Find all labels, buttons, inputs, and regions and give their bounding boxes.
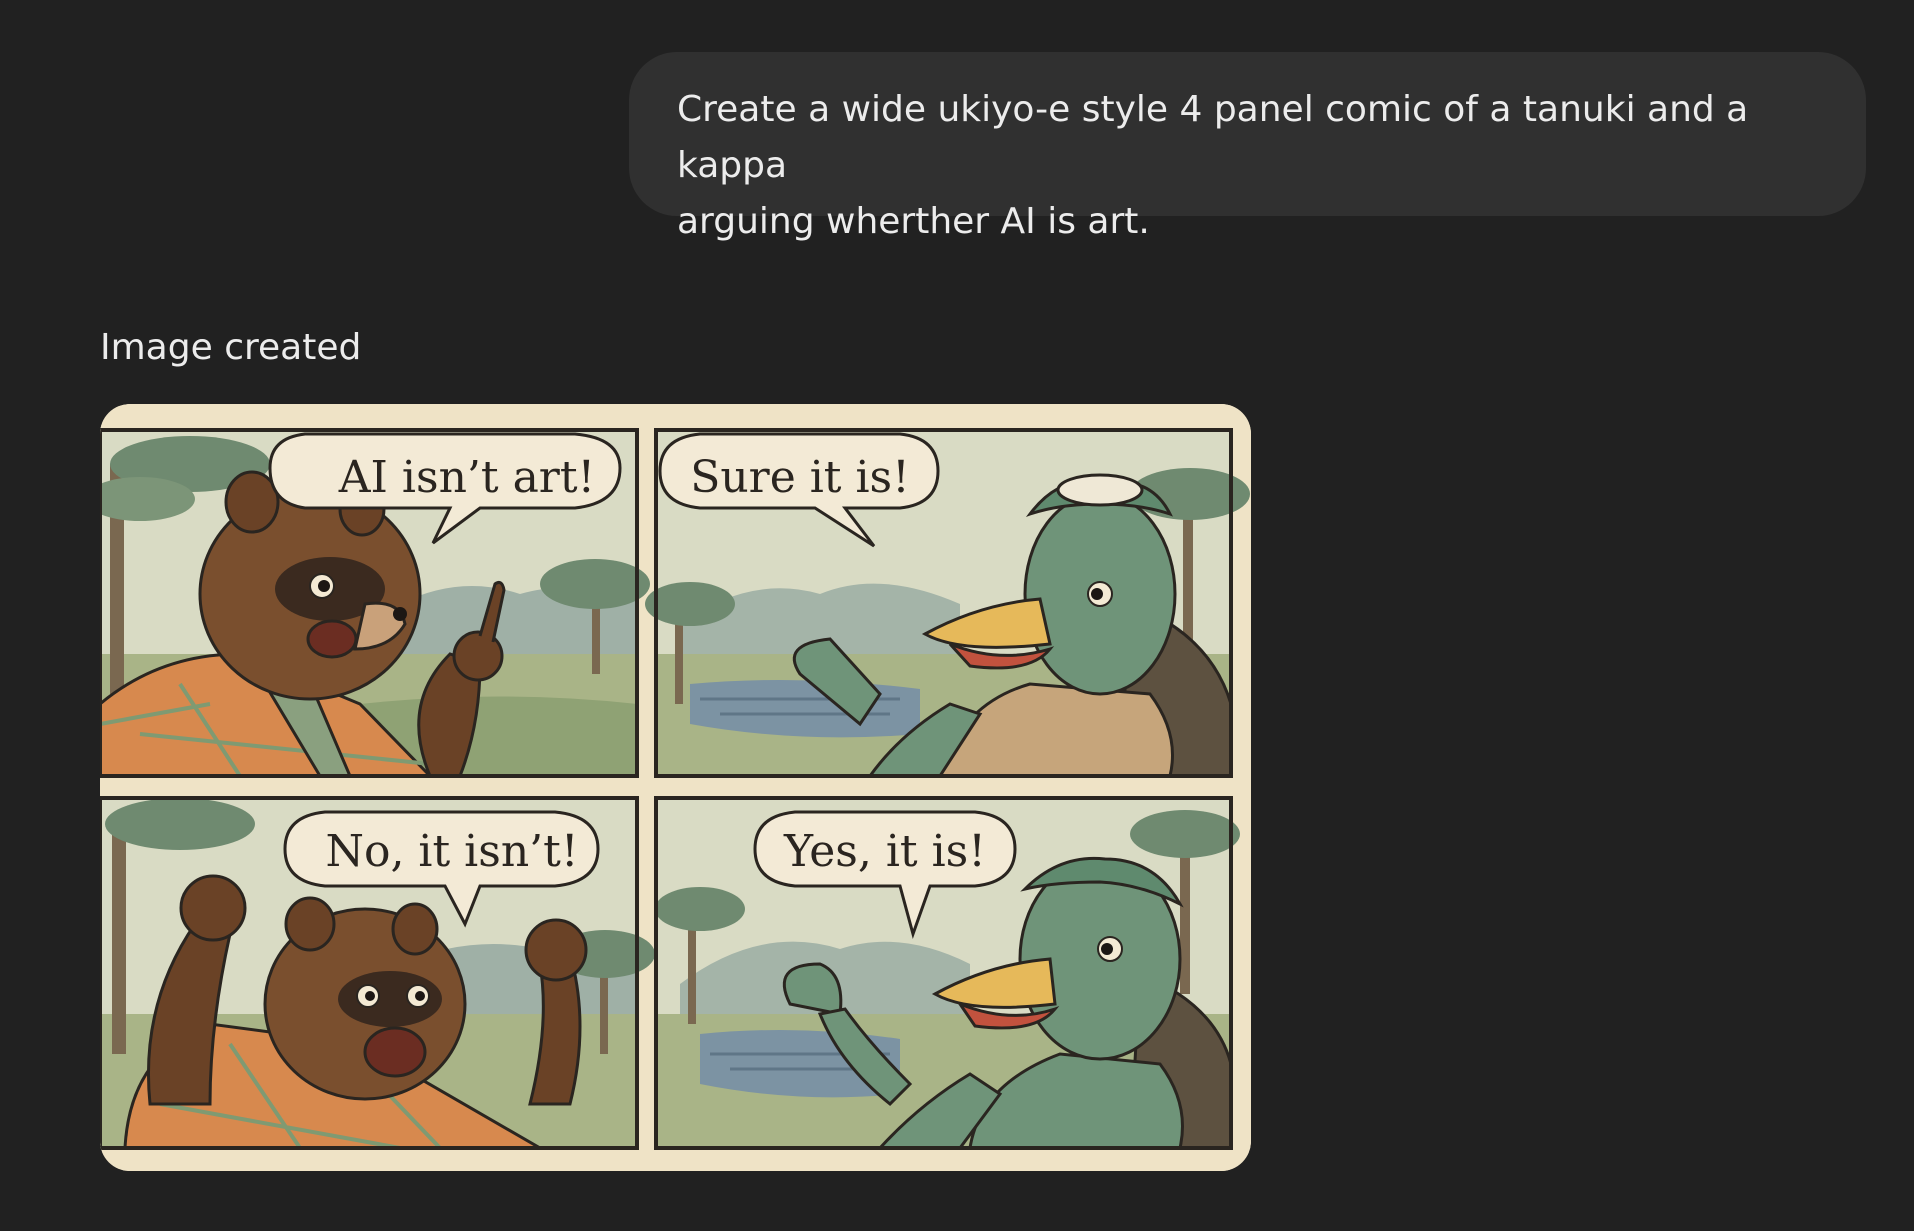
- user-message-bubble: Create a wide ukiyo-e style 4 panel comi…: [629, 52, 1866, 242]
- user-message-line-1: Create a wide ukiyo-e style 4 panel comi…: [677, 89, 1749, 186]
- speech-bubble-2: Sure it is!: [690, 452, 910, 503]
- speech-bubble-3: No, it isn’t!: [325, 826, 578, 877]
- panel-4: Yes, it is!: [654, 796, 1240, 1150]
- panel-2: Sure it is!: [645, 428, 1250, 778]
- user-message-line-2: arguing wherther AI is art.: [677, 201, 1150, 242]
- panel-3: No, it isn’t!: [100, 796, 655, 1150]
- comic-image: AI isn’t art! Sure it is! No, it isn’t! …: [100, 404, 1251, 1171]
- panel-1: AI isn’t art!: [100, 428, 650, 778]
- speech-bubble-4: Yes, it is!: [783, 826, 986, 877]
- conversation-view: Create a wide ukiyo-e style 4 panel comi…: [0, 0, 1914, 1231]
- image-created-label: Image created: [100, 327, 362, 368]
- generated-image[interactable]: AI isn’t art! Sure it is! No, it isn’t! …: [100, 404, 1251, 1171]
- speech-bubble-1: AI isn’t art!: [338, 452, 595, 503]
